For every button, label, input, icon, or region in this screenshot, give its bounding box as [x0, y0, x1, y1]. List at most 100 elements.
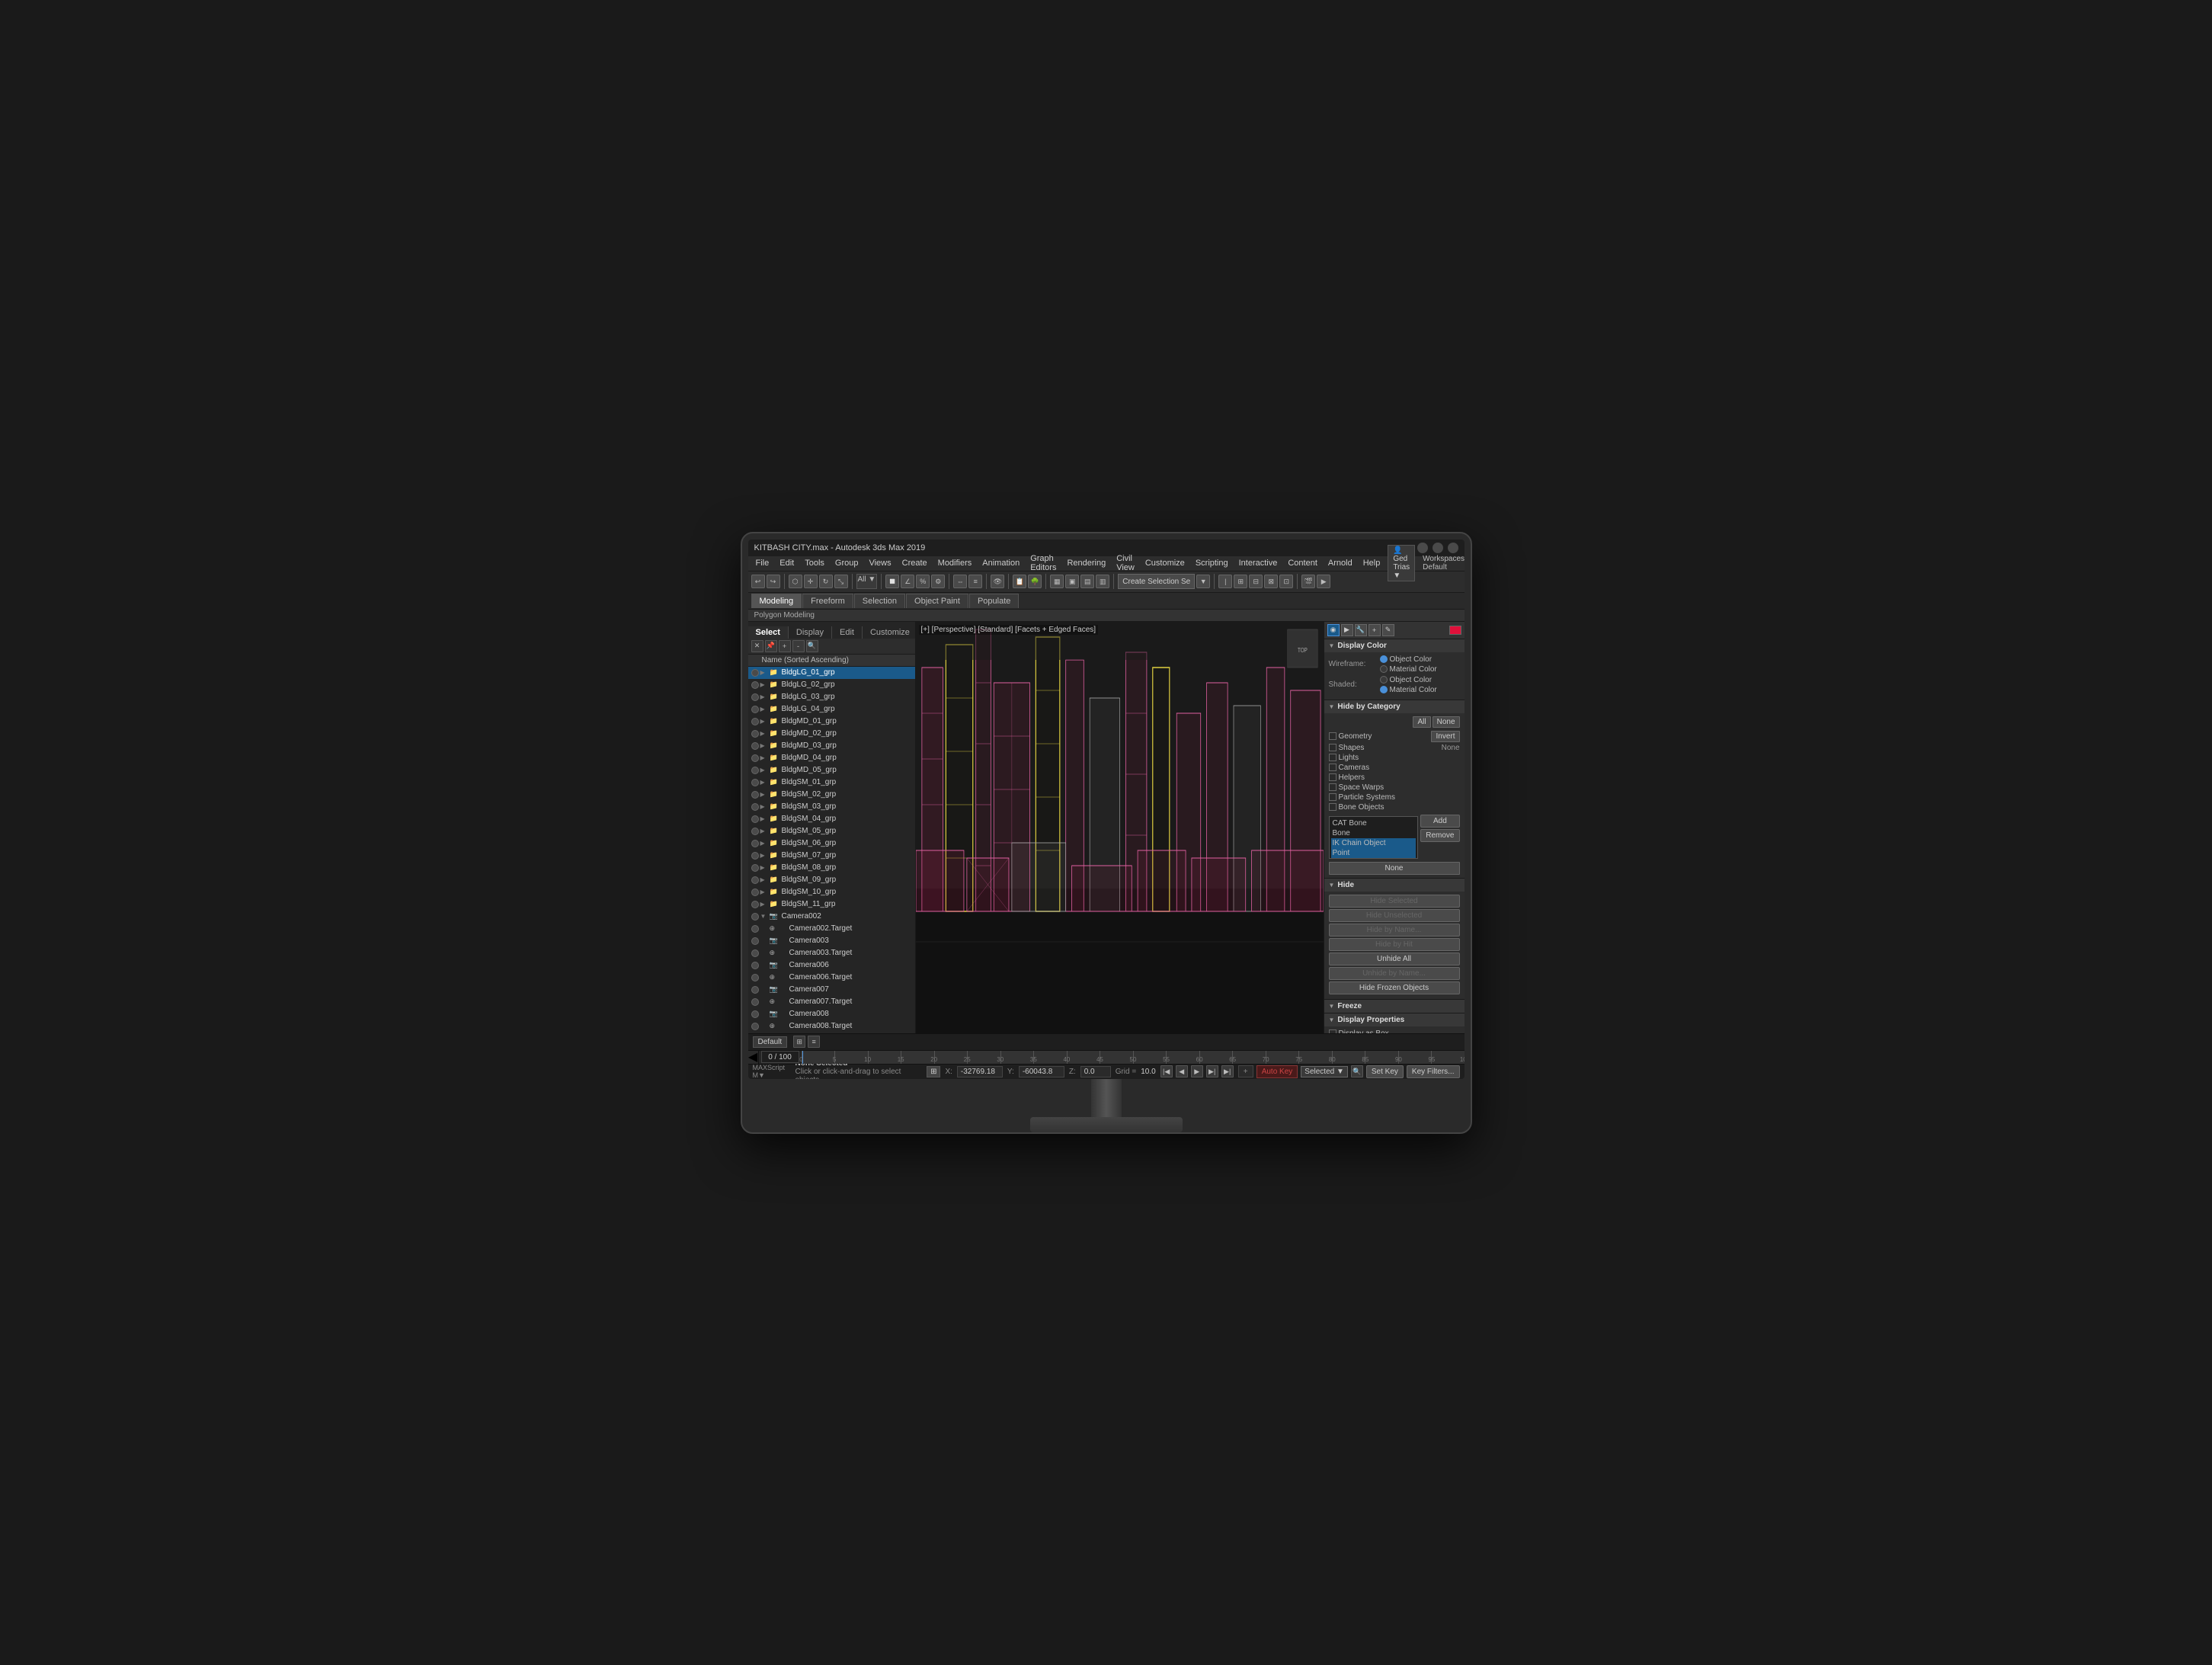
list-item[interactable]: ▶📁BldgSM_03_grp	[748, 801, 915, 813]
visibility-icon[interactable]	[751, 901, 759, 908]
shapes-checkbox[interactable]: Shapes None	[1329, 744, 1460, 752]
selection-filter[interactable]: All ▼	[856, 574, 878, 589]
layer-indicator[interactable]: Default	[753, 1036, 788, 1048]
key-filters-search[interactable]: 🔍	[1351, 1065, 1363, 1077]
toolbar-icon-d[interactable]: ⊠	[1264, 575, 1278, 588]
expand-arrow[interactable]: ▶	[760, 693, 768, 700]
list-item[interactable]: ⊕Camera002.Target	[748, 923, 915, 935]
expand-arrow[interactable]: ▶	[760, 681, 768, 688]
spinner-snap[interactable]: ⚙	[931, 575, 945, 588]
bone-checkbox[interactable]: Bone Objects	[1329, 803, 1460, 812]
grid-btn4[interactable]: ▥	[1096, 575, 1109, 588]
hide-selected-btn[interactable]: Hide Selected	[1329, 895, 1460, 908]
list-item[interactable]: ▶📁BldgSM_06_grp	[748, 837, 915, 850]
visibility-icon[interactable]	[751, 864, 759, 872]
menu-edit[interactable]: Edit	[775, 557, 799, 569]
expand-arrow[interactable]: ▶	[760, 864, 768, 871]
visibility-icon[interactable]	[751, 1023, 759, 1030]
quick-render[interactable]: ▶	[1317, 575, 1330, 588]
expand-arrow[interactable]: ▶	[760, 669, 768, 676]
visibility-icon[interactable]	[751, 962, 759, 969]
redo-button[interactable]: ↪	[767, 575, 780, 588]
unhide-by-name-btn[interactable]: Unhide by Name...	[1329, 967, 1460, 980]
list-item[interactable]: ⊕Camera003.Target	[748, 947, 915, 959]
expand-arrow[interactable]: ▶	[760, 876, 768, 883]
snap-toggle[interactable]: 🔲	[885, 575, 899, 588]
visibility-icon[interactable]	[751, 1010, 759, 1018]
grid-btn1[interactable]: ▦	[1050, 575, 1064, 588]
list-item[interactable]: ▶📁BldgSM_04_grp	[748, 813, 915, 825]
tab-object-paint[interactable]: Object Paint	[906, 594, 968, 608]
cameras-checkbox[interactable]: Cameras	[1329, 764, 1460, 772]
list-item-bone[interactable]: Bone	[1331, 828, 1417, 838]
toolbar-icon-c[interactable]: ⊟	[1249, 575, 1263, 588]
layer-option-2[interactable]: ≡	[808, 1036, 820, 1048]
create-selection-button[interactable]: Create Selection Se	[1118, 574, 1195, 589]
visibility-icon[interactable]	[751, 742, 759, 750]
key-filters-button[interactable]: Key Filters...	[1407, 1065, 1460, 1078]
visibility-icon[interactable]	[751, 949, 759, 957]
expand-arrow[interactable]: ▶	[760, 730, 768, 737]
visibility-icon[interactable]	[751, 693, 759, 701]
list-item[interactable]: 📷Camera008	[748, 1008, 915, 1020]
visibility-icon[interactable]	[751, 803, 759, 811]
menu-group[interactable]: Group	[831, 557, 863, 569]
list-item-point[interactable]: Point	[1331, 848, 1417, 858]
menu-customize[interactable]: Customize	[1141, 557, 1189, 569]
list-item-ikchain[interactable]: IK Chain Object	[1331, 838, 1417, 848]
cat-all-btn[interactable]: All	[1413, 716, 1430, 728]
list-item[interactable]: ▶📁BldgSM_08_grp	[748, 862, 915, 874]
cat-none-btn[interactable]: None	[1433, 716, 1460, 728]
toolbar-icon-e[interactable]: ⊡	[1279, 575, 1293, 588]
menu-content[interactable]: Content	[1283, 557, 1322, 569]
visibility-icon[interactable]	[751, 889, 759, 896]
menu-scripting[interactable]: Scripting	[1191, 557, 1233, 569]
expand-arrow[interactable]: ▶	[760, 718, 768, 725]
expand-arrow[interactable]: ▶	[760, 803, 768, 810]
toolbar-icon-b[interactable]: ⊞	[1234, 575, 1247, 588]
modify-icon[interactable]: ✎	[1382, 624, 1394, 636]
grid-btn2[interactable]: ▣	[1065, 575, 1079, 588]
list-item[interactable]: ⊕Camera007.Target	[748, 996, 915, 1008]
hide-by-name-btn[interactable]: Hide by Name...	[1329, 924, 1460, 937]
expand-arrow[interactable]: ▶	[760, 852, 768, 859]
expand-arrow[interactable]: ▶	[760, 828, 768, 834]
create-sel-dropdown[interactable]: ▼	[1196, 575, 1210, 588]
menu-civil-view[interactable]: Civil View	[1112, 552, 1139, 574]
scene-tab-edit[interactable]: Edit	[832, 626, 863, 639]
wireframe-material-color[interactable]: Material Color	[1380, 665, 1437, 674]
display-as-box-check[interactable]: Display as Box	[1329, 1029, 1460, 1033]
pin-btn[interactable]: 📌	[765, 640, 777, 652]
expand-arrow[interactable]: ▼	[760, 913, 768, 920]
expand-arrow[interactable]: ▶	[760, 815, 768, 822]
go-start-btn[interactable]: |◀	[1160, 1065, 1173, 1077]
display-icon[interactable]: ◉	[1327, 624, 1340, 636]
list-item[interactable]: ▶📁BldgMD_03_grp	[748, 740, 915, 752]
autokey-button[interactable]: Auto Key	[1256, 1065, 1298, 1078]
menu-arnold[interactable]: Arnold	[1324, 557, 1357, 569]
bone-types-none-btn[interactable]: None	[1329, 862, 1460, 875]
list-item[interactable]: ▶📁BldgLG_01_grp	[748, 667, 915, 679]
next-frame-btn[interactable]: ▶|	[1206, 1065, 1218, 1077]
wireframe-object-color[interactable]: Object Color	[1380, 655, 1437, 664]
shaded-material-color[interactable]: Material Color	[1380, 686, 1437, 694]
visibility-icon[interactable]	[751, 706, 759, 713]
go-end-btn[interactable]: ▶|	[1221, 1065, 1234, 1077]
menu-tools[interactable]: Tools	[800, 557, 829, 569]
rotate-tool[interactable]: ↻	[819, 575, 833, 588]
scene-tab-display[interactable]: Display	[789, 626, 832, 639]
utilities-icon[interactable]: 🔧	[1355, 624, 1367, 636]
visibility-icon[interactable]	[751, 779, 759, 786]
visibility-icon[interactable]	[751, 791, 759, 799]
expand-arrow[interactable]: ▶	[760, 754, 768, 761]
angle-snap[interactable]: ∠	[901, 575, 914, 588]
list-item[interactable]: ▶📁BldgLG_03_grp	[748, 691, 915, 703]
display-properties-header[interactable]: Display Properties	[1324, 1013, 1465, 1026]
list-item[interactable]: ▶📁BldgSM_07_grp	[748, 850, 915, 862]
undo-button[interactable]: ↩	[751, 575, 765, 588]
hide-category-header[interactable]: Hide by Category	[1324, 700, 1465, 713]
menu-help[interactable]: Help	[1359, 557, 1385, 569]
expand-arrow[interactable]: ▶	[760, 889, 768, 895]
freeze-header[interactable]: Freeze	[1324, 1000, 1465, 1013]
timeline[interactable]: ◀ 0 / 100 051015202530354045505560657075…	[748, 1050, 1465, 1064]
